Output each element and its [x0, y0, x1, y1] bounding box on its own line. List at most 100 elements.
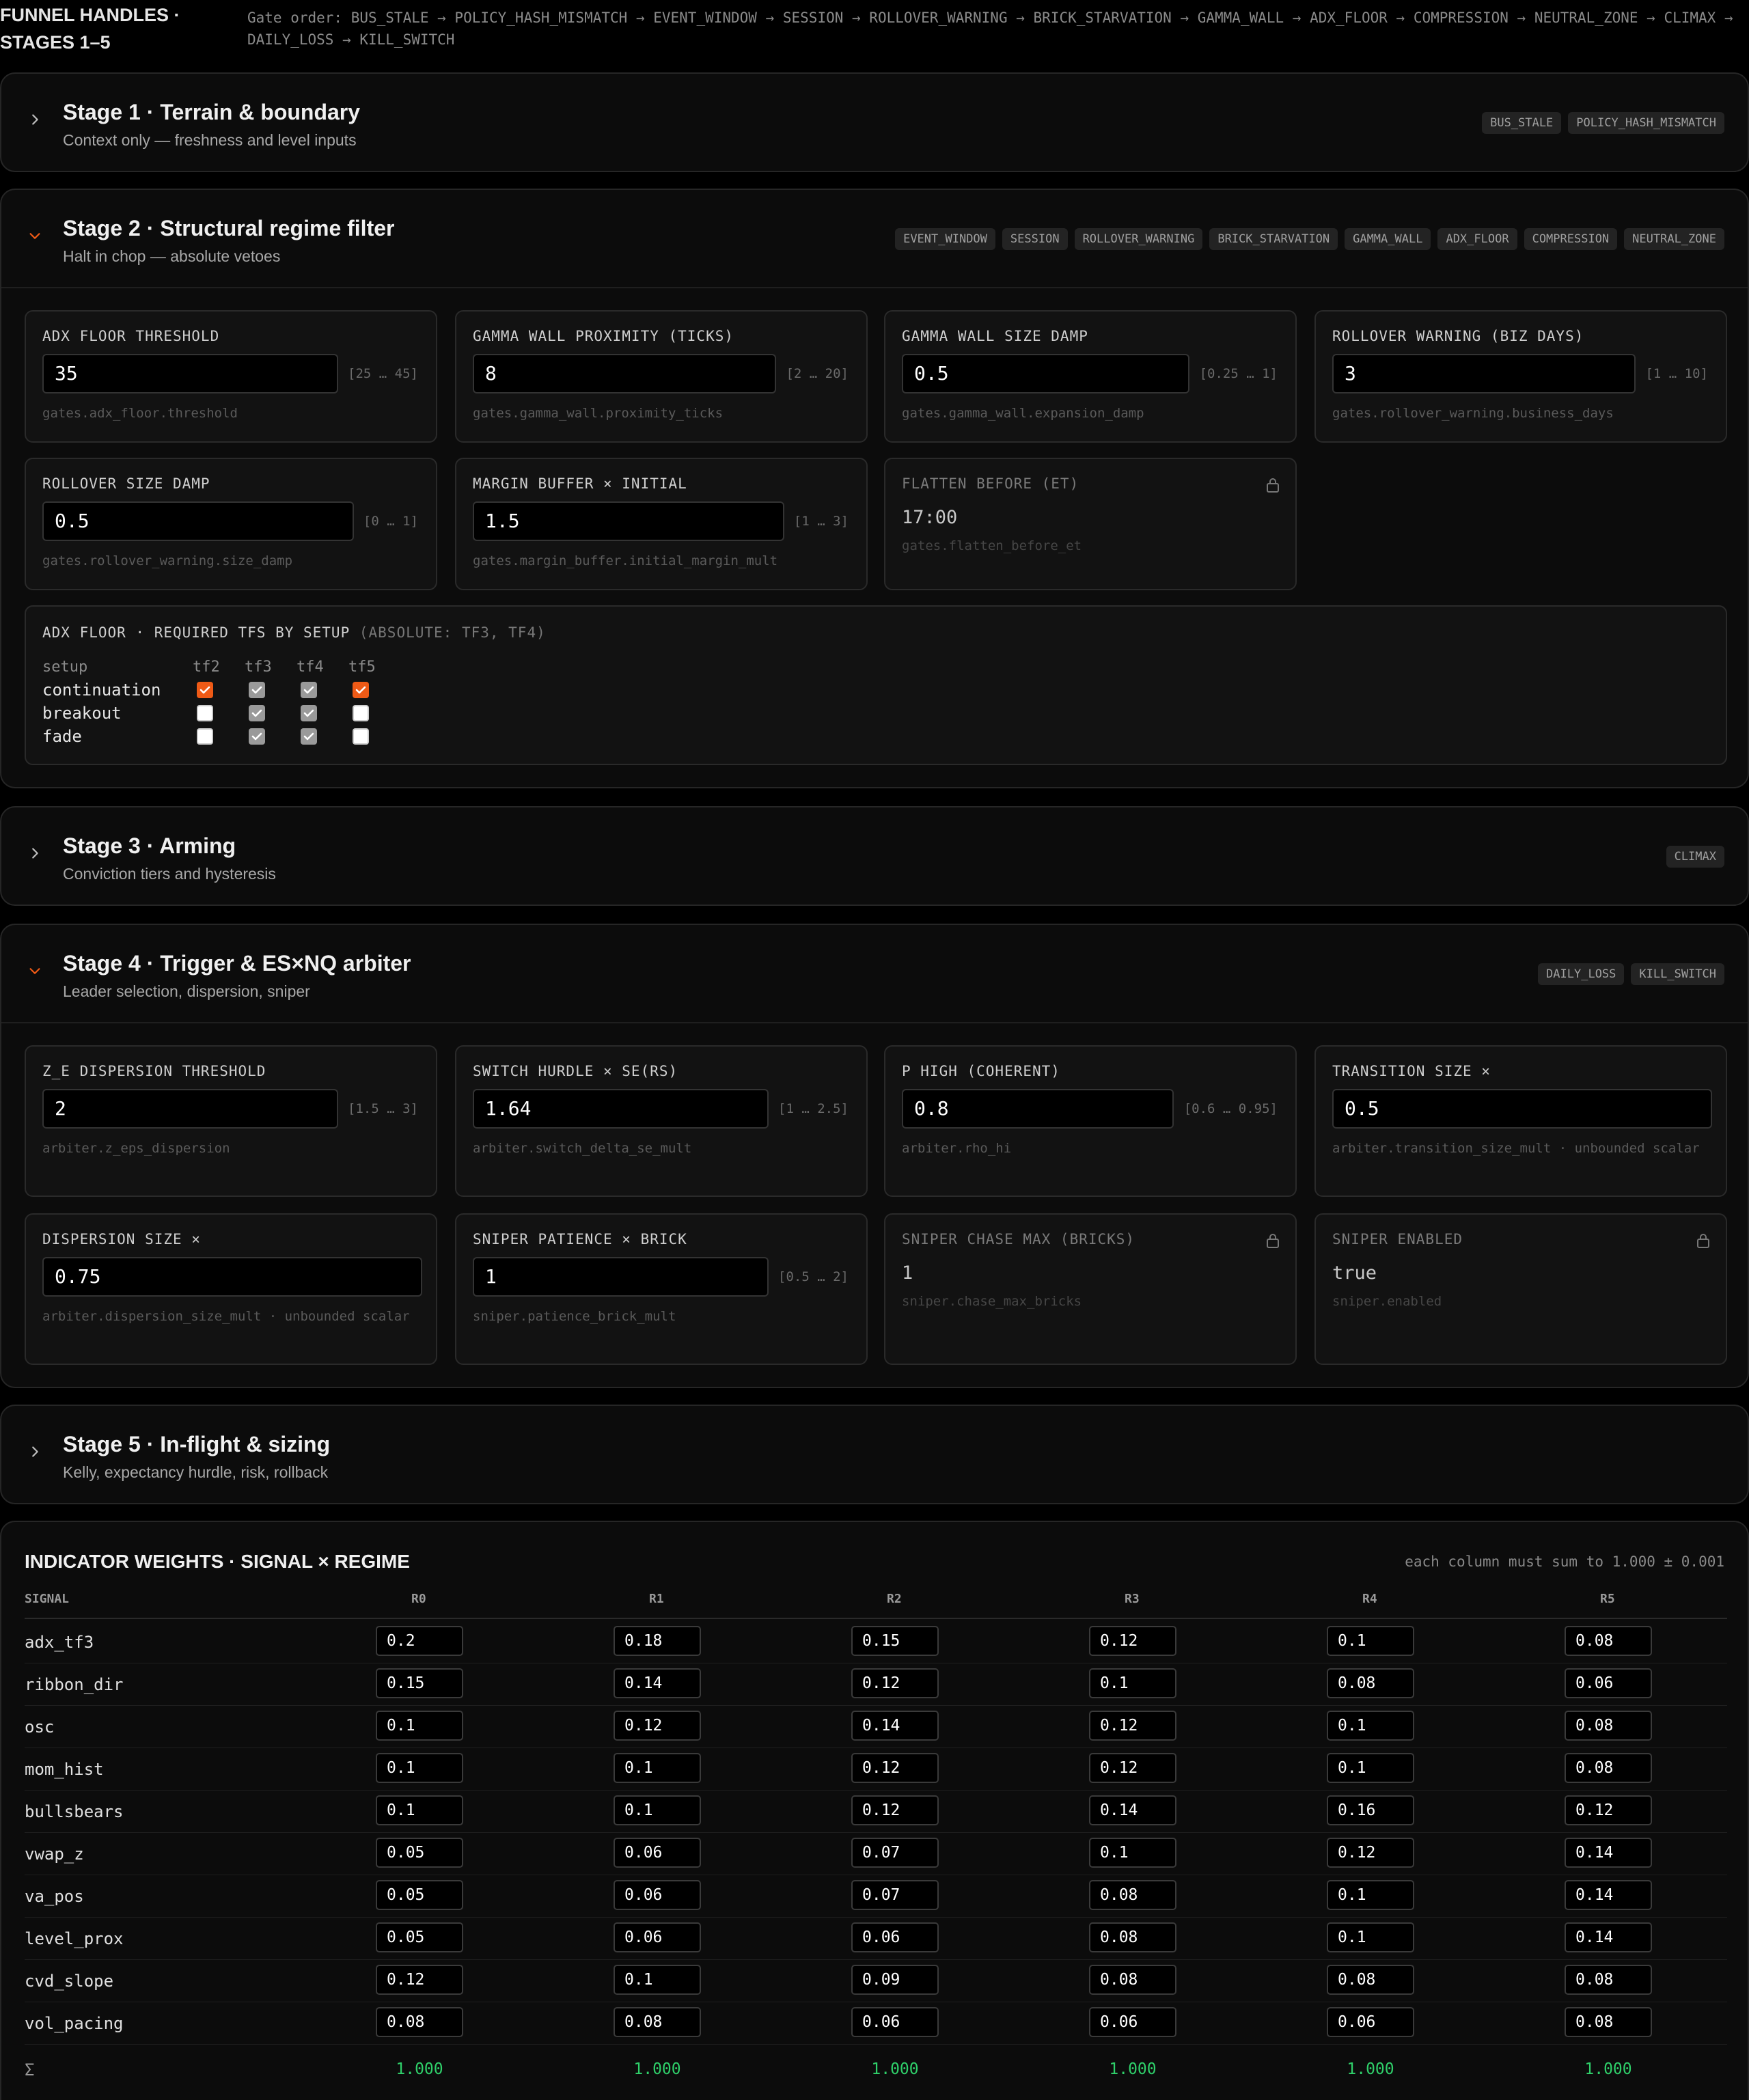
gate-order: Gate order: BUS_STALE → POLICY_HASH_MISM… [247, 10, 1733, 48]
weight-input-vol_pacing-R3[interactable]: 0.06 [1089, 2007, 1176, 2037]
chevron-right-icon[interactable] [27, 1444, 42, 1459]
chevron-down-icon[interactable] [27, 228, 42, 243]
weight-input-adx_tf3-R2[interactable]: 0.15 [851, 1626, 939, 1656]
stage-4-header[interactable]: Stage 4 · Trigger & ES×NQ arbiter Leader … [1, 925, 1748, 1023]
weight-input-vol_pacing-R5[interactable]: 0.08 [1565, 2007, 1652, 2037]
weight-input-cvd_slope-R5[interactable]: 0.08 [1565, 1965, 1652, 1995]
field-input[interactable]: 1.64 [473, 1089, 769, 1129]
checkbox-continuation-tf5[interactable] [353, 682, 369, 698]
weight-input-vwap_z-R5[interactable]: 0.14 [1565, 1838, 1652, 1868]
chevron-right-icon[interactable] [27, 846, 42, 861]
weight-input-adx_tf3-R3[interactable]: 0.12 [1089, 1626, 1176, 1656]
field-gates-adx-floor-threshold: ADX FLOOR THRESHOLD 35 [25 … 45] gates.adx_… [25, 310, 437, 443]
field-input[interactable]: 0.5 [42, 501, 354, 541]
field-arbiter-z-eps-dispersion: Z_E DISPERSION THRESHOLD 2 [1.5 … 3] arbite… [25, 1045, 437, 1197]
weight-input-level_prox-R2[interactable]: 0.06 [851, 1922, 939, 1952]
weight-input-cvd_slope-R3[interactable]: 0.08 [1089, 1965, 1176, 1995]
stage-2-header[interactable]: Stage 2 · Structural regime filter Halt i… [1, 190, 1748, 288]
weight-input-vol_pacing-R2[interactable]: 0.06 [851, 2007, 939, 2037]
weight-input-mom_hist-R5[interactable]: 0.08 [1565, 1753, 1652, 1783]
weight-input-bullsbears-R1[interactable]: 0.1 [614, 1795, 701, 1825]
weight-input-osc-R4[interactable]: 0.1 [1327, 1711, 1414, 1741]
weight-input-ribbon_dir-R0[interactable]: 0.15 [376, 1668, 463, 1698]
weight-input-mom_hist-R2[interactable]: 0.12 [851, 1753, 939, 1783]
checkbox-continuation-tf2[interactable] [197, 682, 213, 698]
field-input[interactable]: 3 [1332, 354, 1636, 393]
weight-input-adx_tf3-R1[interactable]: 0.18 [614, 1626, 701, 1656]
checkbox-continuation-tf4 [301, 682, 317, 698]
weight-input-ribbon_dir-R5[interactable]: 0.06 [1565, 1668, 1652, 1698]
field-gates-rollover-warning-size-damp: ROLLOVER SIZE DAMP 0.5 [0 … 1] gates.rollov… [25, 458, 437, 590]
weight-input-ribbon_dir-R4[interactable]: 0.08 [1327, 1668, 1414, 1698]
weight-input-ribbon_dir-R3[interactable]: 0.1 [1089, 1668, 1176, 1698]
weight-input-osc-R5[interactable]: 0.08 [1565, 1711, 1652, 1741]
checkbox-breakout-tf5[interactable] [353, 705, 369, 721]
field-input[interactable]: 0.5 [902, 354, 1189, 393]
field-input[interactable]: 35 [42, 354, 338, 393]
weight-input-bullsbears-R0[interactable]: 0.1 [376, 1795, 463, 1825]
weight-input-ribbon_dir-R1[interactable]: 0.14 [614, 1668, 701, 1698]
weight-input-osc-R2[interactable]: 0.14 [851, 1711, 939, 1741]
column-sum-R4: 1.000 [1347, 2060, 1394, 2078]
stage-5-header[interactable]: Stage 5 · In-flight & sizing Kelly, expec… [1, 1406, 1748, 1503]
field-label: MARGIN BUFFER × INITIAL [473, 475, 687, 492]
checkbox-fade-tf5[interactable] [353, 728, 369, 745]
weight-input-vwap_z-R3[interactable]: 0.1 [1089, 1838, 1176, 1868]
weight-input-osc-R3[interactable]: 0.12 [1089, 1711, 1176, 1741]
field-input[interactable]: 1.5 [473, 501, 784, 541]
field-input[interactable]: 8 [473, 354, 776, 393]
weight-input-level_prox-R4[interactable]: 0.1 [1327, 1922, 1414, 1952]
weight-input-mom_hist-R3[interactable]: 0.12 [1089, 1753, 1176, 1783]
weights-signal-name: ribbon_dir [25, 1675, 124, 1694]
weight-input-mom_hist-R1[interactable]: 0.1 [614, 1753, 701, 1783]
weight-input-vol_pacing-R4[interactable]: 0.06 [1327, 2007, 1414, 2037]
weights-signal-name: vwap_z [25, 1845, 84, 1864]
checkbox-breakout-tf2[interactable] [197, 705, 213, 721]
weight-input-level_prox-R5[interactable]: 0.14 [1565, 1922, 1652, 1952]
weight-input-adx_tf3-R0[interactable]: 0.2 [376, 1626, 463, 1656]
weight-input-osc-R0[interactable]: 0.1 [376, 1711, 463, 1741]
weight-input-va_pos-R3[interactable]: 0.08 [1089, 1880, 1176, 1910]
chevron-right-icon[interactable] [27, 112, 42, 127]
weight-input-va_pos-R5[interactable]: 0.14 [1565, 1880, 1652, 1910]
weight-input-bullsbears-R2[interactable]: 0.12 [851, 1795, 939, 1825]
weight-input-vwap_z-R1[interactable]: 0.06 [614, 1838, 701, 1868]
field-input[interactable]: 2 [42, 1089, 338, 1129]
stage-3-header[interactable]: Stage 3 · Arming Conviction tiers and hys… [1, 807, 1748, 904]
weight-input-bullsbears-R4[interactable]: 0.16 [1327, 1795, 1414, 1825]
weight-input-level_prox-R0[interactable]: 0.05 [376, 1922, 463, 1952]
weight-input-cvd_slope-R2[interactable]: 0.09 [851, 1965, 939, 1995]
weight-input-vwap_z-R0[interactable]: 0.05 [376, 1838, 463, 1868]
column-sum-R3: 1.000 [1109, 2060, 1157, 2078]
weight-input-adx_tf3-R4[interactable]: 0.1 [1327, 1626, 1414, 1656]
weight-input-vol_pacing-R1[interactable]: 0.08 [614, 2007, 701, 2037]
field-input[interactable]: 0.5 [1332, 1089, 1712, 1129]
weight-input-cvd_slope-R4[interactable]: 0.08 [1327, 1965, 1414, 1995]
weight-input-vwap_z-R4[interactable]: 0.12 [1327, 1838, 1414, 1868]
stage-1-header[interactable]: Stage 1 · Terrain & boundary Context only… [1, 74, 1748, 171]
weight-input-va_pos-R2[interactable]: 0.07 [851, 1880, 939, 1910]
weight-input-osc-R1[interactable]: 0.12 [614, 1711, 701, 1741]
chevron-down-icon[interactable] [27, 963, 42, 978]
weight-input-adx_tf3-R5[interactable]: 0.08 [1565, 1626, 1652, 1656]
weight-input-level_prox-R3[interactable]: 0.08 [1089, 1922, 1176, 1952]
checkbox-continuation-tf3 [249, 682, 265, 698]
weight-input-bullsbears-R5[interactable]: 0.12 [1565, 1795, 1652, 1825]
weight-input-va_pos-R0[interactable]: 0.05 [376, 1880, 463, 1910]
weight-input-va_pos-R4[interactable]: 0.1 [1327, 1880, 1414, 1910]
checkbox-fade-tf2[interactable] [197, 728, 213, 745]
weight-input-bullsbears-R3[interactable]: 0.14 [1089, 1795, 1176, 1825]
weight-input-cvd_slope-R0[interactable]: 0.12 [376, 1965, 463, 1995]
weight-input-va_pos-R1[interactable]: 0.06 [614, 1880, 701, 1910]
weight-input-mom_hist-R4[interactable]: 0.1 [1327, 1753, 1414, 1783]
field-input[interactable]: 1 [473, 1257, 769, 1297]
weight-input-mom_hist-R0[interactable]: 0.1 [376, 1753, 463, 1783]
weight-input-vwap_z-R2[interactable]: 0.07 [851, 1838, 939, 1868]
weight-input-cvd_slope-R1[interactable]: 0.1 [614, 1965, 701, 1995]
weight-input-level_prox-R1[interactable]: 0.06 [614, 1922, 701, 1952]
field-input[interactable]: 0.8 [902, 1089, 1174, 1129]
field-input[interactable]: 0.75 [42, 1257, 422, 1297]
weight-input-vol_pacing-R0[interactable]: 0.08 [376, 2007, 463, 2037]
weight-input-ribbon_dir-R2[interactable]: 0.12 [851, 1668, 939, 1698]
weights-signal-name: bullsbears [25, 1802, 124, 1821]
